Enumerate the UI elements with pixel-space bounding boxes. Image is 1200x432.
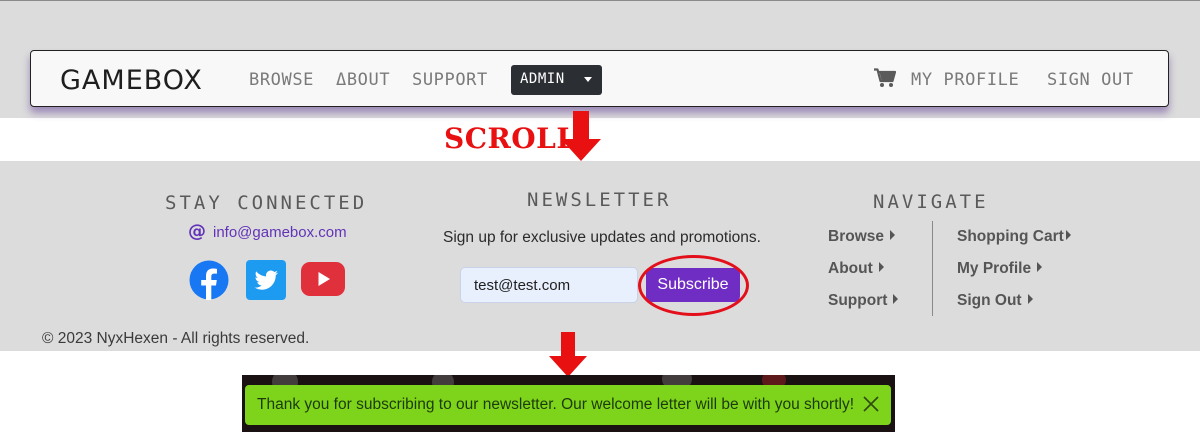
footer-nav-divider <box>932 221 933 316</box>
footer-browse-label: Browse <box>828 228 884 245</box>
twitter-icon[interactable] <box>246 260 286 300</box>
caret-right-icon <box>1037 262 1043 272</box>
footer-my-profile-link[interactable]: My Profile <box>957 260 1043 278</box>
caret-right-icon <box>878 262 884 272</box>
site-footer: STAY CONNECTED @ info@gamebox.com NEWSLE… <box>0 161 1200 351</box>
brand-logo[interactable]: GAMEBOX <box>60 65 203 96</box>
cart-icon[interactable] <box>874 68 896 88</box>
caret-right-icon <box>1027 294 1033 304</box>
caret-down-icon <box>584 77 592 82</box>
footer-support-link[interactable]: Support <box>828 292 899 310</box>
caret-right-icon <box>890 230 895 240</box>
footer-signout-label: Sign Out <box>957 292 1022 309</box>
caret-right-icon <box>893 294 899 304</box>
down-arrow-icon <box>549 332 587 377</box>
navbar: GAMEBOX BROWSE ΔBOUT SUPPORT ADMIN MY PR… <box>30 50 1169 107</box>
contact-email-link[interactable]: info@gamebox.com <box>213 224 347 241</box>
admin-dropdown-button[interactable]: ADMIN <box>511 65 602 95</box>
nav-support-link[interactable]: SUPPORT <box>412 70 488 90</box>
facebook-icon[interactable] <box>189 260 229 300</box>
at-icon: @ <box>188 221 206 242</box>
nav-browse-link[interactable]: BROWSE <box>249 70 314 90</box>
nav-about-link[interactable]: ΔBOUT <box>336 70 390 90</box>
close-icon[interactable] <box>863 396 879 412</box>
scroll-annotation: SCROLL <box>444 122 577 155</box>
youtube-icon[interactable] <box>301 262 345 296</box>
footer-about-label: About <box>828 260 873 277</box>
newsletter-subtitle: Sign up for exclusive updates and promot… <box>443 229 761 246</box>
navigate-heading: NAVIGATE <box>873 191 989 213</box>
subscribe-highlight-circle <box>638 255 749 316</box>
copyright-text: © 2023 NyxHexen - All rights reserved. <box>42 330 310 347</box>
footer-support-label: Support <box>828 292 888 309</box>
newsletter-heading: NEWSLETTER <box>527 189 672 211</box>
nav-sign-out-link[interactable]: SIGN OUT <box>1047 70 1134 90</box>
subscription-toast: Thank you for subscribing to our newslet… <box>245 385 891 425</box>
toast-message: Thank you for subscribing to our newslet… <box>257 396 855 413</box>
footer-profile-label: My Profile <box>957 260 1032 277</box>
footer-shopping-cart-link[interactable]: Shopping Cart <box>957 228 1071 246</box>
newsletter-email-input[interactable]: test@test.com <box>460 267 638 303</box>
caret-right-icon <box>1065 230 1071 240</box>
navbar-panel: GAMEBOX BROWSE ΔBOUT SUPPORT ADMIN MY PR… <box>0 0 1200 118</box>
footer-sign-out-link[interactable]: Sign Out <box>957 292 1033 310</box>
nav-my-profile-link[interactable]: MY PROFILE <box>911 70 1019 90</box>
stay-connected-heading: STAY CONNECTED <box>165 192 368 214</box>
footer-browse-link[interactable]: Browse <box>828 228 895 246</box>
footer-about-link[interactable]: About <box>828 260 884 278</box>
toast-background: Thank you for subscribing to our newslet… <box>242 375 895 432</box>
admin-label: ADMIN <box>520 71 565 87</box>
footer-cart-label: Shopping Cart <box>957 228 1064 245</box>
